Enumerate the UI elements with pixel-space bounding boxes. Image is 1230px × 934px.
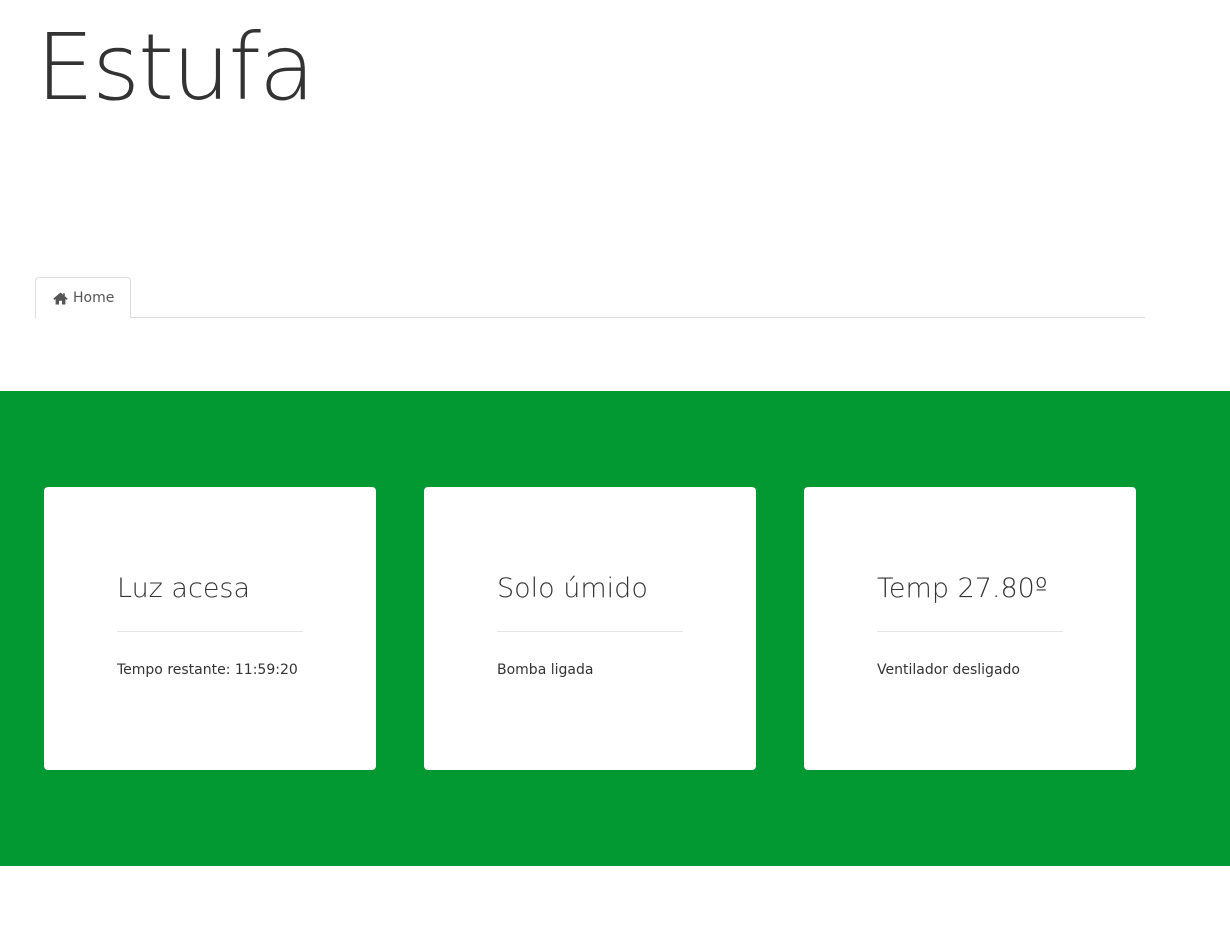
soil-card: Solo úmido Bomba ligada <box>424 487 756 770</box>
light-card: Luz acesa Tempo restante: 11:59:20 <box>44 487 376 770</box>
temperature-title: Temp 27.80º <box>877 573 1048 604</box>
card-divider <box>497 631 683 632</box>
nav-tabs: Home <box>35 277 1145 319</box>
pump-status: Bomba ligada <box>497 662 594 678</box>
tab-home-label: Home <box>73 290 115 306</box>
temperature-card: Temp 27.80º Ventilador desligado <box>804 487 1136 770</box>
tab-home[interactable]: Home <box>35 277 132 319</box>
soil-status-title: Solo úmido <box>497 573 648 604</box>
status-band: Luz acesa Tempo restante: 11:59:20 Solo … <box>0 391 1230 866</box>
fan-status: Ventilador desligado <box>877 662 1020 678</box>
home-icon <box>53 292 68 305</box>
card-divider <box>877 631 1063 632</box>
page-title: Estufa <box>36 14 315 121</box>
light-status-title: Luz acesa <box>117 573 251 604</box>
light-time-remaining: Tempo restante: 11:59:20 <box>117 662 298 678</box>
card-divider <box>117 631 303 632</box>
